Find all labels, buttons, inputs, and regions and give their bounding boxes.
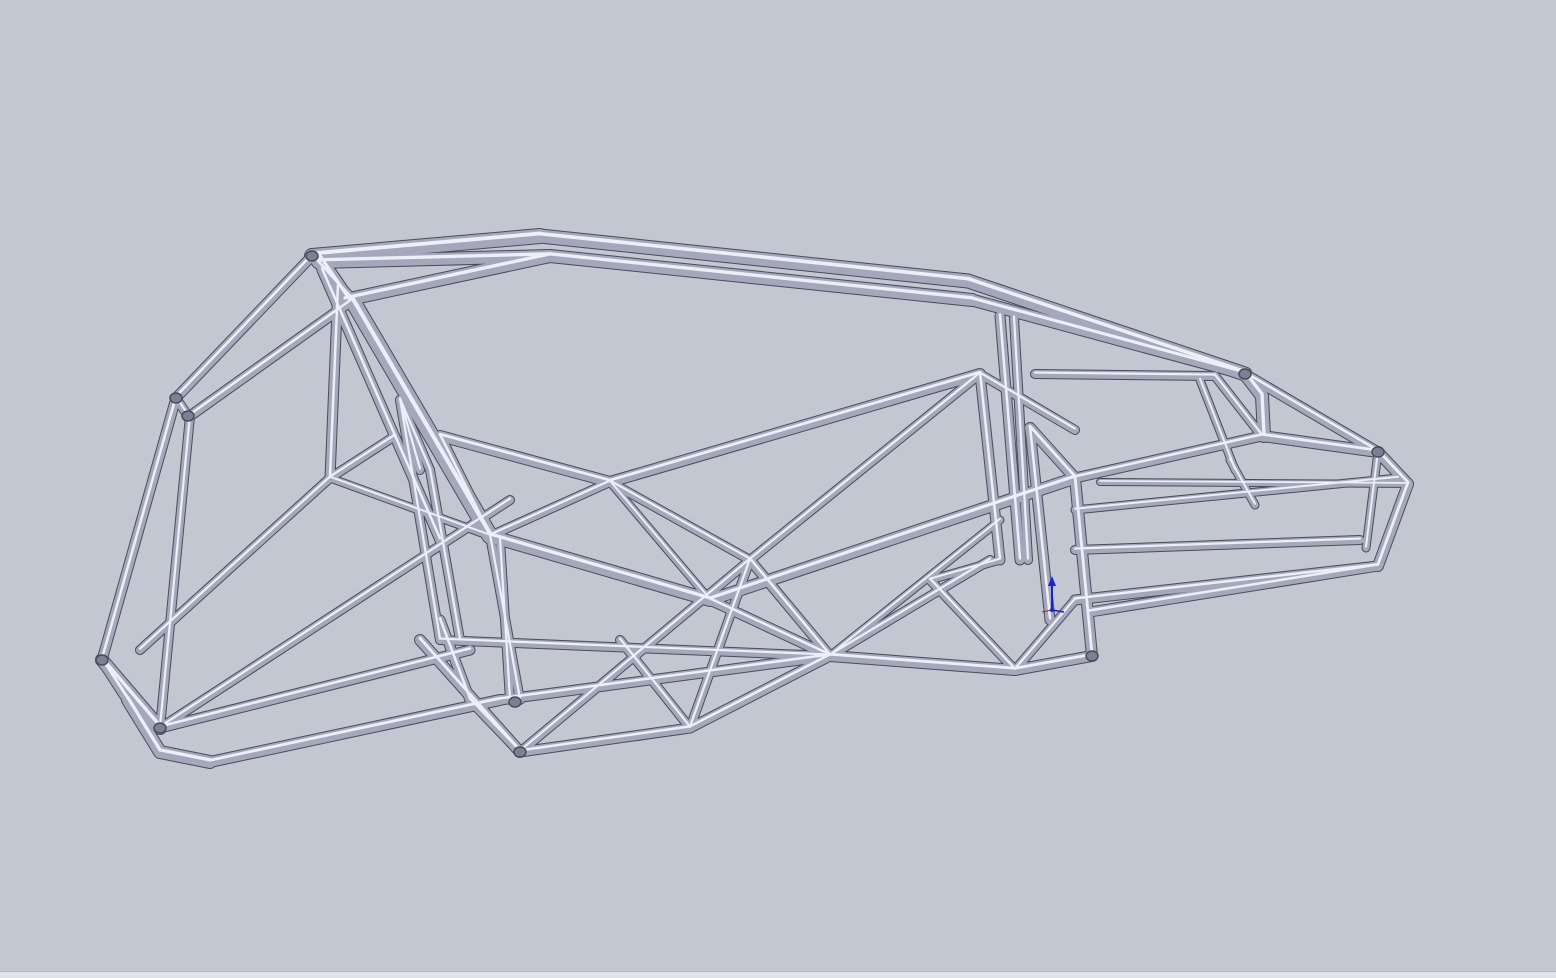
graphics-viewport[interactable]	[0, 0, 1556, 978]
tube-end-cap	[169, 392, 183, 404]
viewport-bottom-edge	[0, 971, 1556, 978]
frame-tube[interactable]	[438, 432, 612, 482]
tube-end-cap	[508, 696, 522, 708]
frame-tube[interactable]	[486, 478, 614, 540]
tube-end-cap	[153, 722, 167, 734]
tube-end-cap	[95, 654, 109, 666]
frame-tube[interactable]	[978, 371, 1077, 430]
frame-tube[interactable]	[158, 413, 192, 728]
tube-end-cap	[1238, 368, 1252, 380]
tube-body-layer	[96, 229, 1413, 768]
tube-joints	[95, 250, 1385, 758]
frame-tube[interactable]	[138, 475, 332, 650]
frame-tube[interactable]	[326, 432, 399, 482]
frame-tube[interactable]	[328, 433, 397, 478]
tube-end-cap	[305, 250, 319, 262]
frame-tube[interactable]	[100, 395, 178, 660]
frame-tube[interactable]	[976, 370, 1079, 434]
frame-tube[interactable]	[488, 479, 612, 536]
frame-tube[interactable]	[928, 577, 1017, 670]
frame-tube[interactable]	[1088, 563, 1380, 612]
frame-tube[interactable]	[748, 371, 982, 560]
frame-tube[interactable]	[826, 556, 994, 660]
chassis-model[interactable]	[0, 0, 1556, 978]
frame-tube[interactable]	[606, 478, 754, 564]
frame-tube[interactable]	[1376, 480, 1410, 566]
tube-end-cap	[1371, 446, 1385, 458]
tube-end-cap	[181, 410, 195, 422]
frame-tube[interactable]	[608, 370, 982, 482]
frame-tube[interactable]	[828, 557, 992, 656]
tube-end-cap	[513, 746, 527, 758]
frame-tube[interactable]	[608, 479, 752, 560]
frame-tube[interactable]	[605, 369, 985, 487]
frame-tube[interactable]	[1260, 392, 1266, 436]
frame-tube[interactable]	[1071, 536, 1364, 554]
tube-end-cap	[1085, 650, 1099, 662]
frame-tube[interactable]	[825, 651, 1020, 675]
frame-tube[interactable]	[826, 516, 1004, 660]
